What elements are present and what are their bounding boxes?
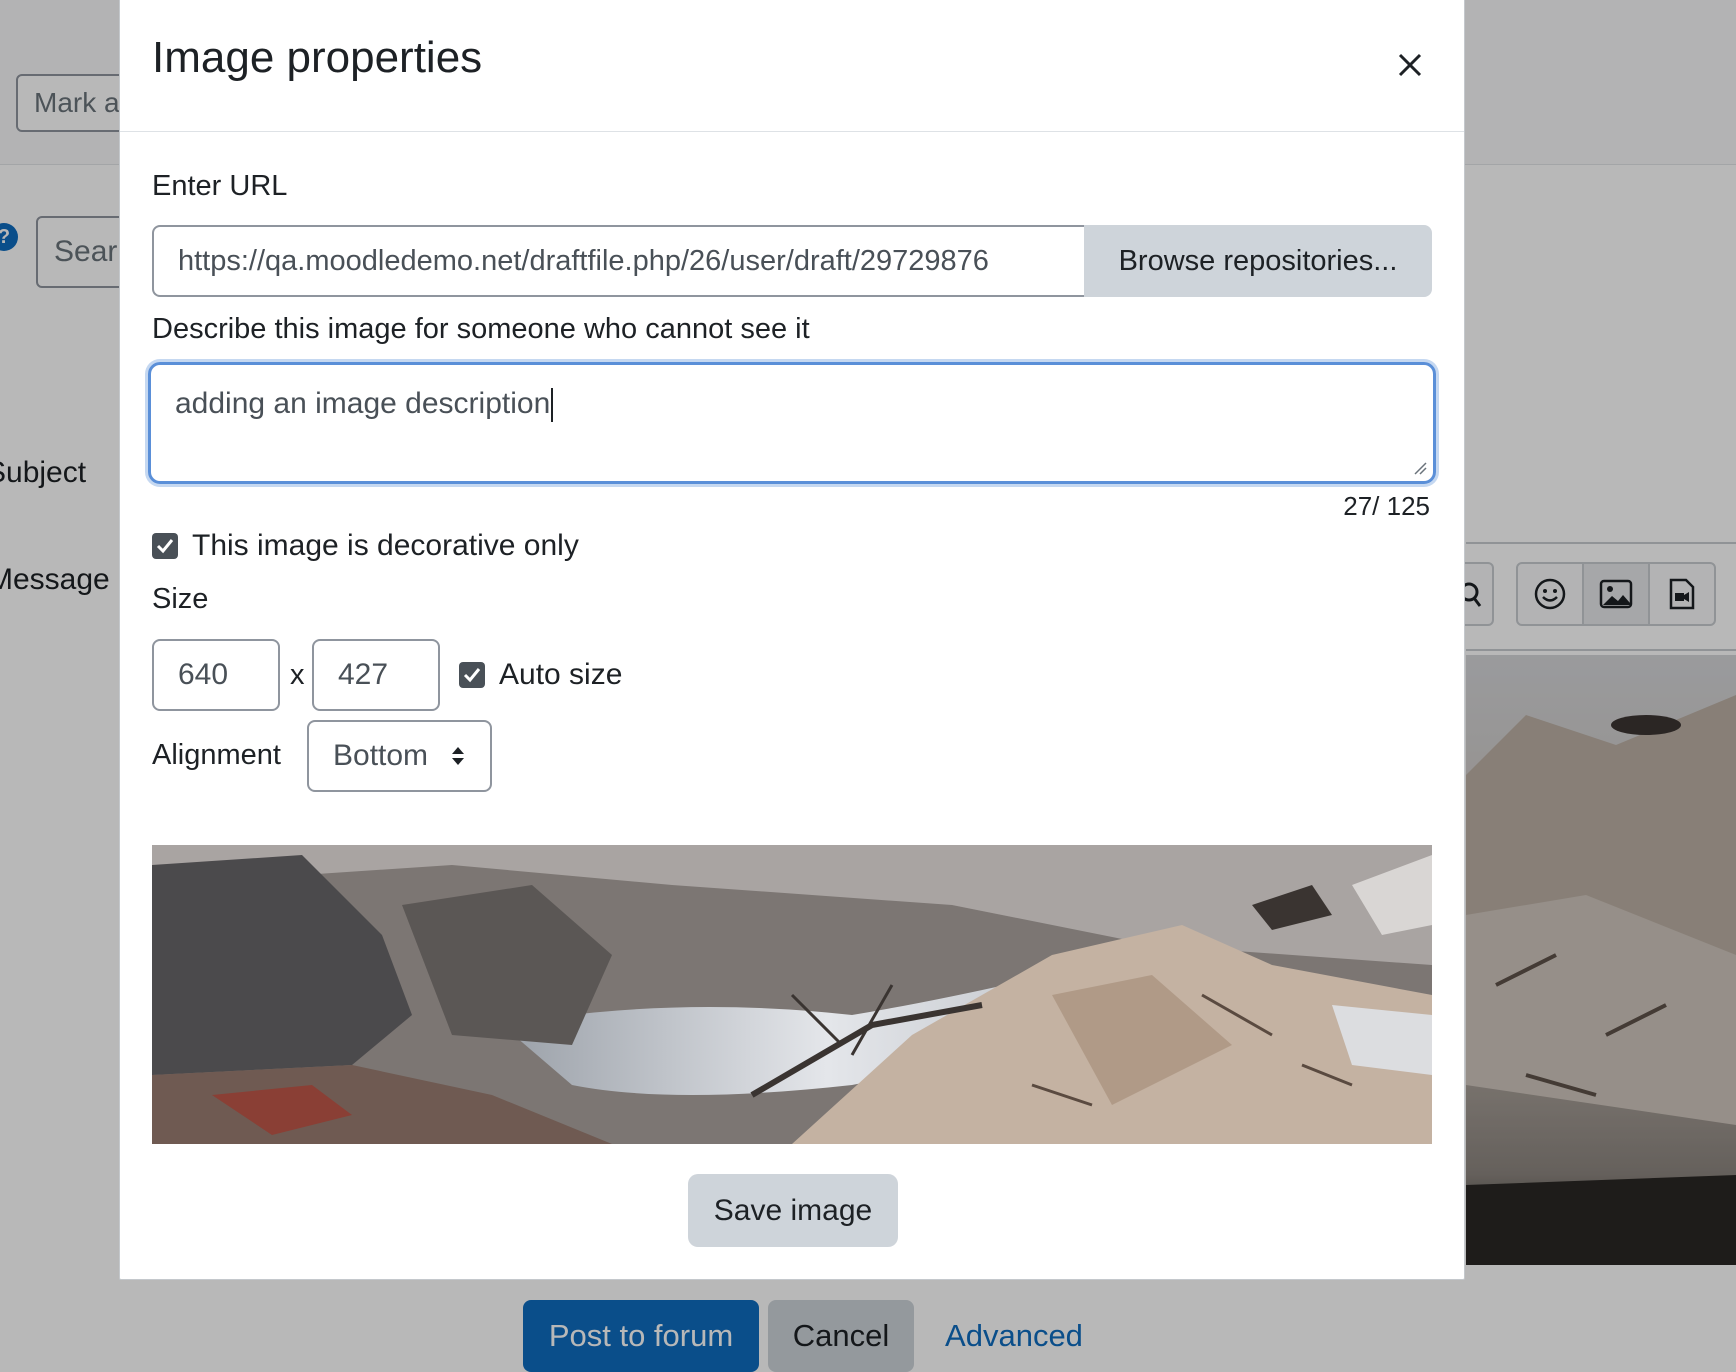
decorative-checkbox-row[interactable]: This image is decorative only bbox=[152, 529, 579, 563]
alignment-value: Bottom bbox=[333, 739, 429, 772]
size-label: Size bbox=[152, 583, 209, 615]
image-description-text: adding an image description bbox=[175, 387, 551, 420]
alignment-label: Alignment bbox=[152, 739, 281, 771]
save-image-button[interactable]: Save image bbox=[688, 1174, 898, 1247]
alignment-select[interactable]: Bottom bbox=[307, 720, 492, 792]
height-input[interactable]: 427 bbox=[312, 639, 440, 711]
close-icon bbox=[1398, 53, 1422, 77]
image-preview bbox=[152, 845, 1432, 1144]
decorative-checkbox[interactable] bbox=[152, 533, 178, 559]
checkmark-icon bbox=[156, 539, 174, 554]
image-description-textarea[interactable]: adding an image description bbox=[148, 362, 1436, 484]
browse-repositories-button[interactable]: Browse repositories... bbox=[1084, 225, 1432, 297]
select-arrows-icon bbox=[452, 747, 464, 765]
checkmark-icon bbox=[463, 668, 481, 683]
autosize-label: Auto size bbox=[499, 658, 623, 691]
url-input-group: https://qa.moodledemo.net/draftfile.php/… bbox=[152, 225, 1432, 297]
modal-header: Image properties bbox=[120, 0, 1464, 132]
url-input[interactable]: https://qa.moodledemo.net/draftfile.php/… bbox=[152, 225, 1084, 297]
description-label: Describe this image for someone who cann… bbox=[152, 313, 810, 345]
size-separator: x bbox=[290, 659, 305, 691]
decorative-label: This image is decorative only bbox=[192, 529, 579, 562]
image-properties-dialog: Image properties Enter URL https://qa.mo… bbox=[119, 0, 1465, 1280]
text-cursor bbox=[551, 388, 554, 423]
width-input[interactable]: 640 bbox=[152, 639, 280, 711]
modal-title: Image properties bbox=[152, 33, 483, 82]
autosize-checkbox[interactable] bbox=[459, 662, 485, 688]
url-label: Enter URL bbox=[152, 170, 288, 202]
resize-handle-icon[interactable] bbox=[1413, 461, 1427, 475]
character-counter: 27/ 125 bbox=[1343, 491, 1430, 521]
autosize-checkbox-row[interactable]: Auto size bbox=[459, 658, 622, 692]
close-button[interactable] bbox=[1388, 43, 1432, 87]
